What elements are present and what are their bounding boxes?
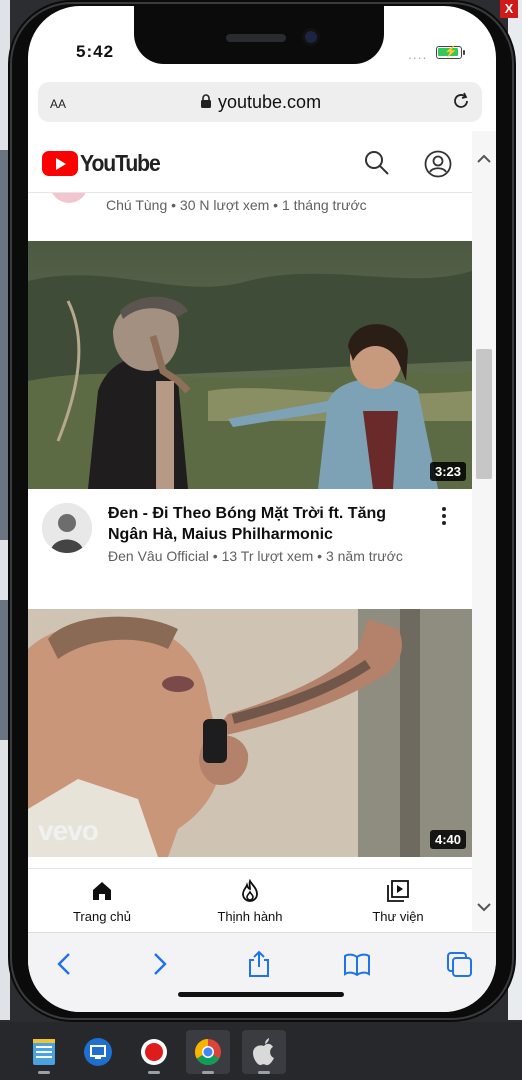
nav-home[interactable]: Trang chủ (42, 877, 162, 924)
nav-trending-label: Thịnh hành (217, 909, 283, 924)
account-icon[interactable] (424, 150, 452, 178)
back-icon[interactable] (50, 949, 80, 979)
home-icon (93, 882, 111, 900)
scroll-up-icon[interactable] (476, 151, 492, 167)
apple-icon (253, 1038, 274, 1066)
signal-icon: .... (408, 46, 428, 62)
video-thumbnail[interactable]: 3:23 (28, 241, 472, 489)
video-title[interactable]: Đen - Đi Theo Bóng Mặt Trời ft. Tăng Ngâ… (108, 503, 428, 545)
video-duration: 3:23 (429, 462, 466, 481)
taskbar-chrome[interactable] (186, 1030, 230, 1074)
flame-icon (242, 879, 258, 902)
video-duration: 4:40 (429, 830, 466, 849)
share-icon[interactable] (244, 949, 274, 979)
phone-screen: 5:42 .... ⚡ AA youtube.com YouTube Chú T… (28, 6, 496, 1012)
reload-icon[interactable] (450, 90, 472, 112)
text-size-label: AA (50, 97, 67, 111)
nav-trending[interactable]: Thịnh hành (190, 877, 310, 924)
battery-icon: ⚡ (436, 46, 465, 59)
safari-toolbar (28, 932, 496, 1012)
taskbar-notepad[interactable] (22, 1030, 66, 1074)
nav-library-label: Thư viện (372, 909, 424, 924)
scroll-down-icon[interactable] (476, 899, 492, 915)
phone-frame: 5:42 .... ⚡ AA youtube.com YouTube Chú T… (8, 0, 516, 1022)
chrome-icon (194, 1038, 221, 1066)
video-meta: Chú Tùng • 30 N lượt xem • 1 tháng trước (106, 197, 367, 213)
record-icon (141, 1039, 167, 1065)
video-thumbnail[interactable]: vevo 4:40 (28, 609, 472, 857)
youtube-header: YouTube (28, 131, 472, 193)
text-size-button[interactable]: AA (50, 93, 66, 113)
notch (134, 6, 384, 64)
nav-library[interactable]: Thư viện (338, 877, 458, 924)
lock-icon (201, 94, 211, 108)
home-indicator[interactable] (178, 992, 344, 997)
taskbar-remote-desktop[interactable] (76, 1030, 120, 1074)
youtube-logo[interactable]: YouTube (42, 150, 167, 177)
safari-address-bar[interactable]: AA youtube.com (38, 82, 482, 122)
vevo-watermark: vevo (38, 815, 99, 846)
tabs-icon[interactable] (444, 949, 474, 979)
thumbnail-image (28, 241, 472, 489)
youtube-wordmark: YouTube (80, 150, 161, 176)
youtube-play-icon (42, 151, 78, 176)
video-info[interactable]: Đen - Đi Theo Bóng Mặt Trời ft. Tăng Ngâ… (28, 489, 472, 609)
page-scrollbar[interactable] (472, 131, 496, 931)
taskbar-apple[interactable] (242, 1030, 286, 1074)
youtube-page: YouTube Chú Tùng • 30 N lượt xem • 1 thá… (28, 131, 472, 871)
status-time: 5:42 (76, 42, 115, 61)
notepad-icon (33, 1039, 55, 1065)
taskbar-recorder[interactable] (132, 1030, 176, 1074)
camera (302, 28, 320, 46)
forward-icon[interactable] (144, 949, 174, 979)
library-icon (387, 880, 409, 902)
window-close-button[interactable]: X (500, 0, 518, 18)
more-options-icon[interactable] (438, 505, 450, 529)
taskbar (0, 1022, 522, 1080)
youtube-bottom-nav: Trang chủ Thịnh hành Thư viện (28, 868, 472, 932)
bookmarks-icon[interactable] (342, 949, 372, 979)
url-text[interactable]: youtube.com (218, 92, 321, 113)
search-icon[interactable] (364, 150, 390, 176)
channel-avatar[interactable] (42, 503, 92, 553)
speaker (226, 34, 286, 42)
remote-desktop-icon (84, 1038, 112, 1066)
video-meta: Đen Vâu Official • 13 Tr lượt xem • 3 nă… (108, 548, 403, 564)
nav-home-label: Trang chủ (72, 909, 132, 924)
scrollbar-thumb[interactable] (476, 349, 492, 479)
